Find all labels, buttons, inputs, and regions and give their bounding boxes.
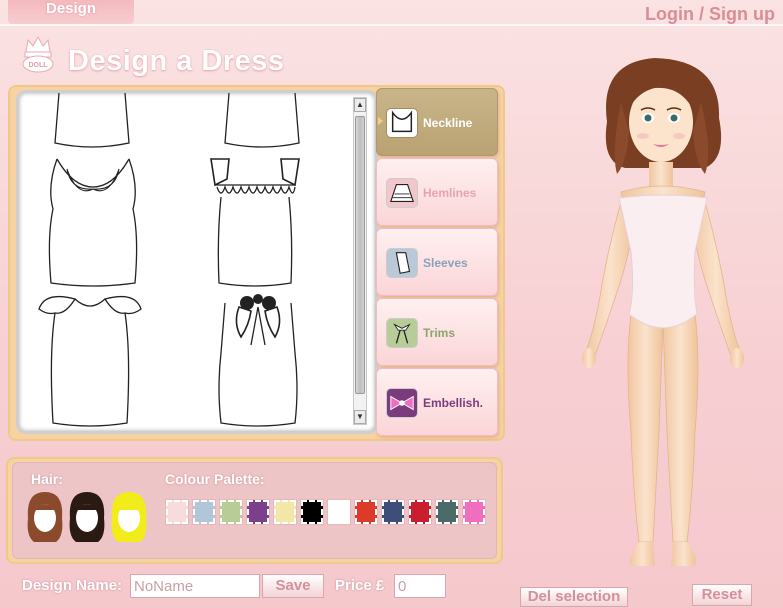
scroll-up-arrow-icon[interactable]: ▲	[354, 98, 366, 112]
colour-swatch[interactable]	[381, 499, 405, 525]
colour-swatch[interactable]	[246, 499, 270, 525]
neckline-item-bow-shoulders[interactable]	[35, 293, 145, 429]
embellish-bow-icon	[386, 388, 418, 418]
category-tab-hemlines[interactable]: Hemlines	[376, 158, 498, 226]
design-name-label: Design Name:	[22, 577, 123, 594]
neckline-item-1[interactable]	[47, 93, 137, 151]
category-label: Hemlines	[423, 186, 477, 200]
category-tab-embellish[interactable]: Embellish.	[376, 368, 498, 436]
colour-swatch[interactable]	[165, 499, 189, 525]
scrollbar-thumb[interactable]	[355, 116, 365, 394]
hair-label: Hair:	[31, 471, 63, 487]
neckline-item-ruffle-straps[interactable]	[205, 157, 305, 289]
colour-swatch[interactable]	[462, 499, 486, 525]
bow-trim-icon	[386, 318, 418, 348]
category-tab-sleeves[interactable]: Sleeves	[376, 228, 498, 296]
neckline-item-jabot-bow[interactable]	[213, 293, 303, 429]
tab-design[interactable]: Design	[8, 0, 134, 24]
category-tab-trims[interactable]: Trims	[376, 298, 498, 366]
page-title: Design a Dress	[68, 45, 285, 77]
colour-swatch[interactable]	[327, 499, 351, 525]
price-input[interactable]	[394, 574, 446, 598]
colour-palette-label: Colour Palette:	[165, 471, 265, 487]
category-label: Neckline	[423, 116, 473, 130]
colour-swatch[interactable]	[408, 499, 432, 525]
del-selection-button[interactable]: Del selection	[520, 587, 628, 607]
item-gallery	[16, 90, 378, 434]
colour-swatch[interactable]	[192, 499, 216, 525]
doll-model	[582, 58, 744, 566]
sleeve-icon	[386, 248, 418, 278]
category-label: Trims	[423, 326, 456, 340]
reset-button[interactable]: Reset	[692, 584, 752, 606]
gallery-scrollbar[interactable]: ▲ ▼	[353, 97, 367, 425]
design-name-input[interactable]	[130, 574, 260, 598]
svg-text:DOLL: DOLL	[28, 62, 48, 69]
neckline-item-2[interactable]	[217, 93, 307, 151]
neckline-item-peter-pan-collar[interactable]	[43, 157, 143, 289]
category-label: Embellish.	[423, 396, 484, 410]
colour-swatch[interactable]	[300, 499, 324, 525]
hair-black-option[interactable]	[66, 490, 108, 546]
category-label: Sleeves	[423, 256, 468, 270]
colour-swatch[interactable]	[435, 499, 459, 525]
colour-swatch[interactable]	[354, 499, 378, 525]
colour-swatch[interactable]	[273, 499, 297, 525]
price-label: Price £	[335, 577, 385, 594]
neckline-icon	[386, 108, 418, 138]
save-button[interactable]: Save	[262, 574, 324, 598]
selected-arrow-icon	[378, 117, 383, 125]
login-signup-link[interactable]: Login / Sign up	[645, 4, 775, 25]
skirt-icon	[386, 178, 418, 208]
colour-swatch[interactable]	[219, 499, 243, 525]
hair-brown-option[interactable]	[24, 490, 66, 546]
hair-blonde-option[interactable]	[108, 490, 150, 546]
scroll-down-arrow-icon[interactable]: ▼	[354, 410, 366, 424]
category-tab-neckline[interactable]: Neckline	[376, 88, 498, 156]
crown-logo-icon: DOLL	[22, 35, 54, 73]
